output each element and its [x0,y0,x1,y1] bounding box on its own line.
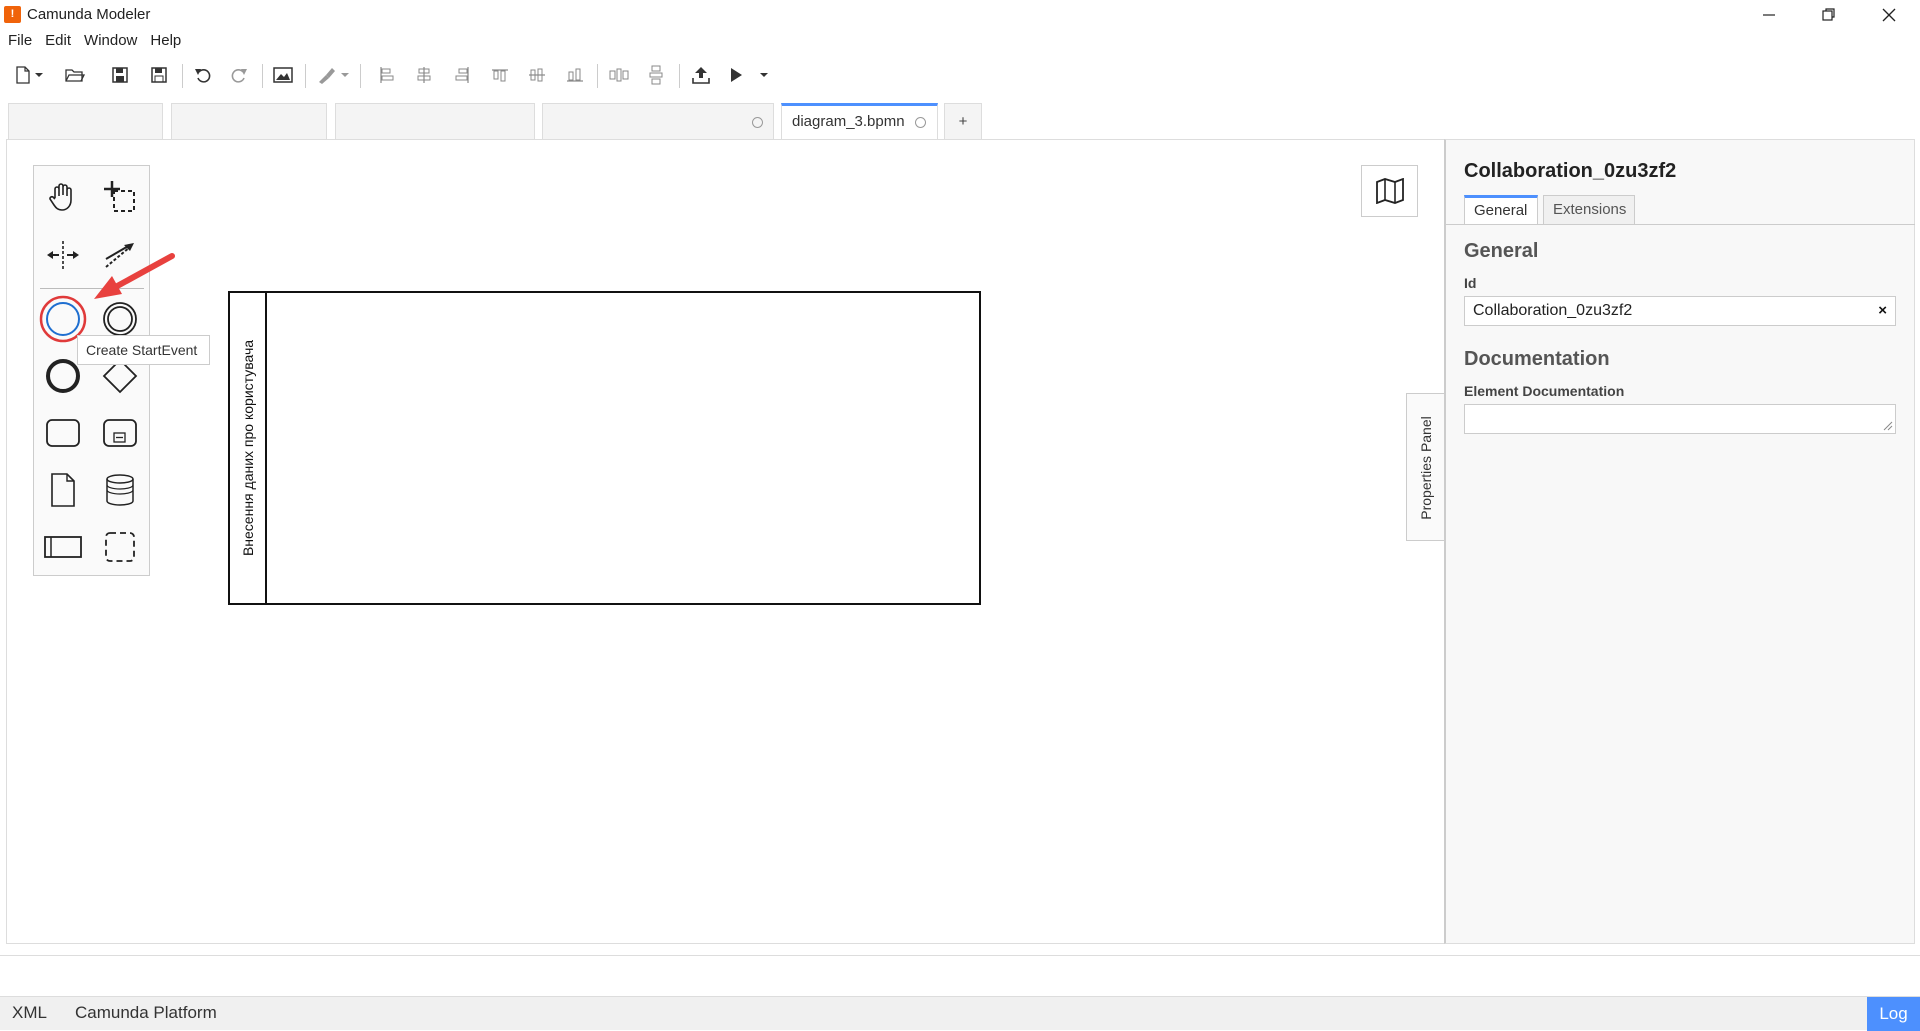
align-left-icon[interactable] [373,62,399,88]
align-middle-icon[interactable] [524,62,550,88]
color-picker-dropdown-icon[interactable] [338,62,352,88]
group-icon[interactable] [96,523,144,571]
footer-divider [0,955,1920,956]
redo-icon[interactable] [226,62,252,88]
properties-panel-toggle-label: Properties Panel [1418,416,1434,520]
window-title: Camunda Modeler [27,6,151,23]
pool-participant-icon[interactable] [39,523,87,571]
undo-icon[interactable] [190,62,216,88]
documentation-heading: Documentation [1464,348,1610,370]
log-button[interactable]: Log [1867,997,1920,1031]
toolbar [0,56,1920,92]
general-heading: General [1464,240,1539,262]
camunda-app-icon: ! [4,6,21,23]
align-center-icon[interactable] [411,62,437,88]
align-top-icon[interactable] [487,62,513,88]
status-bar: XML Camunda Platform Log [0,996,1920,1031]
minimize-button[interactable] [1740,0,1798,30]
start-instance-dropdown-icon[interactable] [757,62,771,88]
space-tool-icon[interactable] [39,231,87,279]
active-tab-label: diagram_3.bpmn [792,113,905,130]
file-tab[interactable] [171,103,327,140]
pool-label-area[interactable]: Внесення даних про користувача [230,293,267,603]
new-file-dropdown-icon[interactable] [32,62,46,88]
file-tabs: diagram_3.bpmn + [0,103,1920,140]
engine-platform-selector[interactable]: Camunda Platform [75,997,217,1029]
file-tab[interactable] [542,103,774,140]
file-tab[interactable] [8,103,163,140]
id-field[interactable]: Collaboration_0zu3zf2 × [1464,296,1896,326]
open-file-icon[interactable] [62,62,88,88]
bpmn-pool[interactable]: Внесення даних про користувача [228,291,981,605]
pool-label: Внесення даних про користувача [240,339,256,557]
xml-toggle[interactable]: XML [12,997,47,1029]
menu-edit[interactable]: Edit [45,30,71,54]
menu-window[interactable]: Window [84,30,137,54]
menu-help[interactable]: Help [150,30,181,54]
add-tab-button[interactable]: + [944,103,982,140]
data-object-icon[interactable] [39,466,87,514]
tool-palette [33,165,150,576]
menu-file[interactable]: File [8,30,32,54]
color-picker-icon[interactable] [314,62,340,88]
deploy-icon[interactable] [688,62,714,88]
map-icon [1375,178,1404,204]
distribute-horizontal-icon[interactable] [606,62,632,88]
lasso-tool-icon[interactable] [96,173,144,221]
start-event-tooltip: Create StartEvent [77,335,210,365]
hand-tool-icon[interactable] [39,173,87,221]
unsaved-dot-icon[interactable] [914,116,926,128]
id-field-value: Collaboration_0zu3zf2 [1473,302,1633,319]
save-as-icon[interactable] [146,62,172,88]
subprocess-icon[interactable] [96,409,144,457]
tab-extensions[interactable]: Extensions [1543,195,1635,225]
file-tab[interactable] [335,103,535,140]
properties-panel: Collaboration_0zu3zf2 General Extensions… [1444,139,1915,944]
annotation-arrow-icon [94,253,175,299]
element-documentation-field[interactable] [1464,404,1896,434]
id-label: Id [1464,275,1477,291]
align-bottom-icon[interactable] [562,62,588,88]
start-instance-icon[interactable] [723,62,749,88]
properties-tab-divider [1446,224,1915,225]
title-bar: ! Camunda Modeler [0,0,1920,30]
properties-panel-toggle[interactable]: Properties Panel [1406,393,1444,541]
unsaved-dot-icon [752,117,763,128]
minimap-toggle-button[interactable] [1361,165,1418,217]
data-store-icon[interactable] [96,466,144,514]
clear-id-icon[interactable]: × [1878,297,1887,325]
distribute-vertical-icon[interactable] [643,62,669,88]
element-documentation-label: Element Documentation [1464,383,1625,399]
tab-general[interactable]: General [1464,195,1538,225]
restore-button[interactable] [1800,0,1858,30]
properties-title: Collaboration_0zu3zf2 [1464,160,1677,182]
close-window-button[interactable] [1860,0,1918,30]
file-tab-active[interactable]: diagram_3.bpmn [781,103,938,140]
resize-handle-icon[interactable] [1883,421,1893,431]
align-right-icon[interactable] [450,62,476,88]
task-icon[interactable] [39,409,87,457]
menu-bar: File Edit Window Help [0,30,194,54]
export-image-icon[interactable] [270,62,296,88]
save-icon[interactable] [107,62,133,88]
